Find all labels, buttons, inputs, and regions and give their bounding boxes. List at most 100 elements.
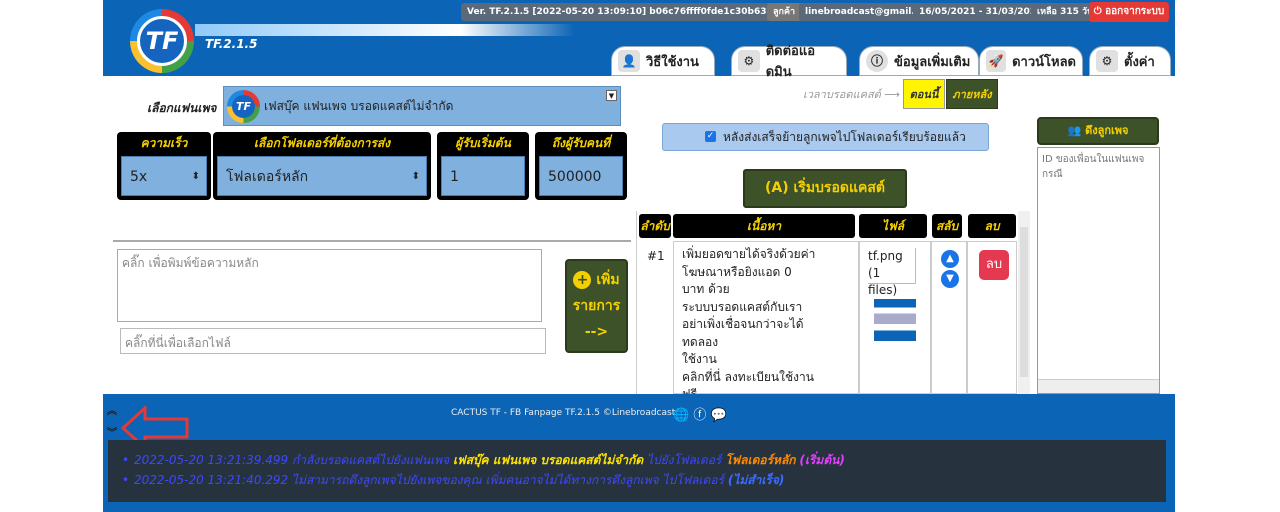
file-line: files) (868, 283, 898, 297)
users-icon: 👥 (1067, 124, 1082, 137)
plus-icon: + (573, 271, 592, 289)
tab-download[interactable]: 🚀 ดาวน์โหลด (979, 46, 1083, 76)
checkbox-checked-icon[interactable]: ✓ (705, 131, 716, 142)
log-message: ไม่สามารถดึงลูกเพจไปยังเพจของคุณ เพิ่มคน… (292, 473, 724, 487)
tab-settings-label: ตั้งค่า (1124, 54, 1155, 70)
move-down-icon[interactable]: ▼ (941, 270, 959, 288)
start-broadcast-label: เริ่มบรอดแคสต์ (793, 180, 885, 196)
end-recipient-label: ถึงผู้รับคนที่ (551, 136, 611, 150)
follower-id-placeholder: ID ของเพื่อนในแฟนเพจ กรณี (1042, 154, 1145, 180)
log-line: • 2022-05-20 13:21:39.499 กำลังบรอดแคสต์ไ… (122, 453, 845, 467)
period-label: 16/05/2021 - 31/03/2023 (913, 3, 1049, 21)
log-tag: (เริ่มต้น) (799, 453, 845, 467)
end-recipient-input[interactable]: 500000 (539, 156, 623, 196)
file-input[interactable]: คลิ๊กที่นี่เพื่อเลือกไฟล์ (120, 328, 546, 354)
log-time: 2022-05-20 13:21:39.499 (134, 453, 289, 467)
content-line: โฆษณาหรือยิงแอด 0 บาท ด้วย (682, 264, 792, 297)
col-header-content: เนื้อหา (673, 214, 855, 238)
tab-more-info-label: ข้อมูลเพิ่มเติม (894, 54, 971, 70)
chevron-down-icon[interactable]: ︾ (107, 424, 117, 439)
version-label: TF.2.1.5 (205, 37, 258, 51)
fanpage-value: เฟสบุ๊ค แฟนเพจ บรอดแคสต์ไม่จำกัด (264, 99, 454, 113)
speed-field: ความเร็ว 5x ⬍ (117, 132, 211, 200)
delete-row-button[interactable]: ลบ (979, 250, 1009, 280)
move-up-icon[interactable]: ▲ (941, 250, 959, 268)
row-content: เพิ่มยอดขายได้จริงด้วยค่า โฆษณาหรือยิงแอ… (682, 246, 817, 404)
log-mid: ไปยังโฟลเดอร์ (646, 453, 722, 467)
speed-label: ความเร็ว (140, 136, 188, 150)
footer: ︽ ︾ CACTUS TF - FB Fanpage TF.2.1.5 ©Lin… (103, 394, 1175, 512)
fanpage-select[interactable]: TF เฟสบุ๊ค แฟนเพจ บรอดแคสต์ไม่จำกัด ▼ (223, 86, 621, 126)
tab-settings[interactable]: ⚙ ตั้งค่า (1089, 46, 1171, 76)
admin-icon: ⚙ (738, 50, 760, 72)
start-recipient-field: ผู้รับเริ่มต้น 1 (437, 132, 529, 200)
chat-icon[interactable]: 💬 (710, 408, 726, 423)
scrollbar-thumb[interactable] (1020, 227, 1028, 377)
tab-download-label: ดาวน์โหลด (1012, 54, 1076, 70)
file-line: tf.png (1 (868, 249, 903, 280)
rocket-icon: 🚀 (986, 50, 1007, 72)
col-header-index: ลำดับ (639, 214, 671, 238)
logo-text: TF (137, 16, 187, 66)
chevron-up-icon[interactable]: ︽ (107, 402, 117, 417)
logout-button[interactable]: ⏻ ออกจากระบบ (1089, 2, 1169, 22)
content-line: เพิ่มยอดขายได้จริงด้วยค่า (682, 247, 816, 261)
col-header-delete: ลบ (968, 214, 1016, 238)
message-textarea[interactable]: คลิ๊ก เพื่อพิมพ์ข้อความหลัก (117, 249, 542, 322)
tf-logo: TF (130, 9, 194, 73)
log-tag: (ไม่สำเร็จ) (727, 473, 785, 487)
power-icon: ⏻ (1093, 6, 1102, 17)
broadcast-table: ลำดับ เนื้อหา ไฟล์ สลับ ลบ #1 เพิ่มยอดขา… (636, 211, 1017, 401)
move-folder-label: หลังส่งเสร็จย้ายลูกเพจไปโฟลเดอร์เรียบร้อ… (723, 130, 966, 144)
globe-icon[interactable]: 🌐 (673, 408, 689, 423)
speed-select[interactable]: 5x ⬍ (121, 156, 207, 196)
footer-text: CACTUS TF - FB Fanpage TF.2.1.5 ©Linebro… (451, 408, 676, 418)
start-recipient-input[interactable]: 1 (441, 156, 525, 196)
broadcast-now-button[interactable]: ตอนนี้ (903, 79, 945, 109)
app-window: TF TF.2.1.5 Ver. TF.2.1.5 [2022-05-20 13… (103, 0, 1175, 512)
logout-label: ออกจากระบบ (1105, 6, 1165, 17)
speed-value: 5x (130, 169, 148, 185)
follower-id-textarea[interactable]: ID ของเพื่อนในแฟนเพจ กรณี (1037, 147, 1160, 394)
add-item-button[interactable]: + เพิ่ม รายการ --> (565, 259, 628, 353)
move-folder-option[interactable]: ✓ หลังส่งเสร็จย้ายลูกเพจไปโฟลเดอร์เรียบร… (662, 123, 989, 151)
content-line: ใช้งาน (682, 352, 717, 366)
info-icon: ⓘ (866, 50, 888, 72)
folder-value: โฟลเดอร์หลัก (226, 169, 309, 185)
file-info: tf.png (1 files) (868, 248, 916, 297)
table-scrollbar[interactable] (1018, 211, 1030, 394)
row-index: #1 (647, 249, 665, 263)
log-time: 2022-05-20 13:21:40.292 (134, 473, 289, 487)
log-folder: โฟลเดอร์หลัก (725, 453, 796, 467)
broadcast-later-button[interactable]: ภายหลัง (946, 79, 998, 109)
horizontal-scrollbar[interactable] (1038, 379, 1159, 393)
select-arrows-icon: ⬍ (191, 171, 200, 182)
col-header-file: ไฟล์ (859, 214, 927, 238)
add-item-line3: --> (584, 324, 609, 340)
tab-more-info[interactable]: ⓘ ข้อมูลเพิ่มเติม (859, 46, 979, 76)
pull-followers-label: ดึงลูกเพจ (1085, 124, 1129, 137)
tab-contact-admin[interactable]: ⚙ ติดต่อแอดมิน (731, 44, 847, 80)
broadcast-time-label: เวลาบรอดแคสต์ ⟶ (803, 88, 901, 101)
tab-how-to[interactable]: 👤 วิธีใช้งาน (611, 46, 715, 76)
end-recipient-field: ถึงผู้รับคนที่ 500000 (535, 132, 627, 200)
fanpage-logo-text: TF (232, 95, 255, 118)
footer-icons: 🌐 ⓕ 💬 (673, 404, 727, 423)
fanpage-label: เลือกแฟนเพจ (147, 101, 217, 115)
content-line: ระบบบรอดแคสต์กับเรา (682, 299, 803, 314)
broadcast-icon: (A) (765, 180, 789, 196)
facebook-icon[interactable]: ⓕ (693, 408, 706, 423)
pull-followers-button[interactable]: 👥 ดึงลูกเพจ (1037, 117, 1159, 145)
file-thumbnail[interactable] (874, 299, 916, 341)
user-label: ลูกค้า (767, 3, 802, 21)
log-line: • 2022-05-20 13:21:40.292 ไม่สามารถดึงลูก… (122, 473, 785, 487)
folder-label: เลือกโฟลเดอร์ที่ต้องการส่ง (253, 136, 391, 150)
log-message: กำลังบรอดแคสต์ไปยังแฟนเพจ (292, 453, 450, 467)
start-recipient-label: ผู้รับเริ่มต้น (455, 136, 511, 150)
tab-how-to-label: วิธีใช้งาน (646, 54, 699, 70)
tab-contact-admin-label: ติดต่อแอดมิน (765, 44, 816, 80)
folder-select[interactable]: โฟลเดอร์หลัก ⬍ (217, 156, 427, 196)
log-page: เฟสบุ๊ค แฟนเพจ บรอดแคสต์ไม่จำกัด (453, 453, 644, 467)
header: TF TF.2.1.5 Ver. TF.2.1.5 [2022-05-20 13… (103, 0, 1175, 80)
start-broadcast-button[interactable]: (A) เริ่มบรอดแคสต์ (743, 169, 907, 208)
